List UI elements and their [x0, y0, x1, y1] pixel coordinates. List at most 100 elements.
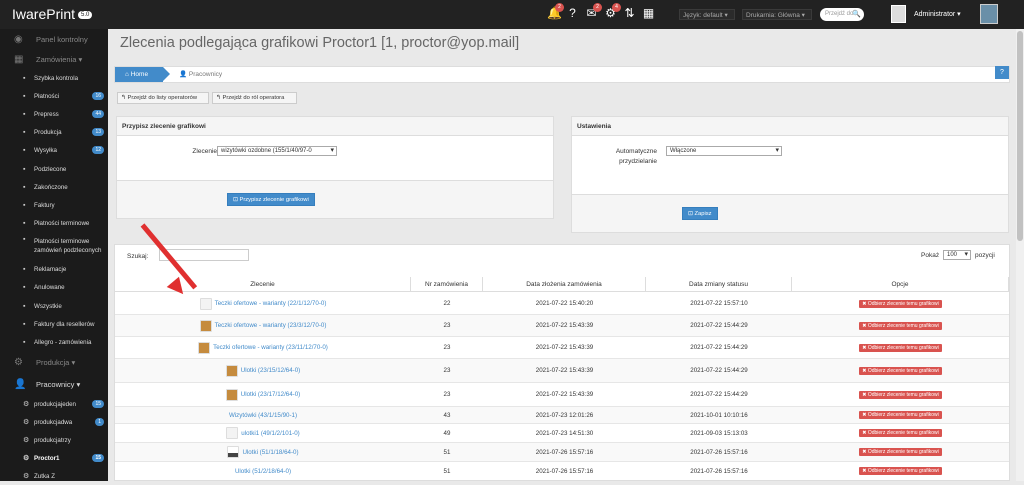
sidebar-item-panel[interactable]: ◉ Panel kontrolny — [0, 29, 108, 51]
order-select[interactable]: wizytówki ozdobne (155/1/40/97-0 — [217, 146, 337, 156]
admin-menu[interactable]: Administrator ▾ — [914, 10, 961, 18]
sidebar-item[interactable]: ▪ Płatności 16 — [0, 88, 108, 105]
scrollbar-thumb[interactable] — [1017, 31, 1023, 241]
table-row: Ulotki (51/1/18/64-0) 51 2021-07-26 15:57:… — [115, 443, 1009, 462]
sidebar-item[interactable]: ▪ Zakończone — [0, 179, 108, 196]
created-cell: 2021-07-22 15:40:20 — [535, 300, 594, 307]
sidebar-worker[interactable]: ⚙ produkcjajeden 15 — [0, 396, 108, 413]
remove-assignment-button[interactable]: ✖ Odbierz zlecenie temu grafikowi — [859, 321, 942, 330]
printer-dropdown[interactable]: Drukarnia: Główna ▾ — [742, 9, 812, 20]
column-header[interactable]: Data zmiany statusu — [646, 277, 792, 292]
order-link[interactable]: Teczki ofertowe - warianty (22/1/12/70-0… — [215, 300, 327, 307]
menu-icon: ▪ — [23, 202, 26, 209]
sidebar-item[interactable]: ▪ Produkcja 13 — [0, 124, 108, 141]
options-cell: ✖ Odbierz zlecenie temu grafikowi — [792, 407, 1009, 423]
column-header[interactable]: Nr zamówienia — [411, 277, 483, 292]
thumbnail-image — [227, 446, 240, 458]
remove-assignment-button[interactable]: ✖ Odbierz zlecenie temu grafikowi — [859, 448, 942, 456]
sidebar-item-production[interactable]: ⚙ Produkcja ▾ — [0, 352, 108, 374]
assign-order-button[interactable]: ⊡ Przypisz zlecenie grafikowi — [227, 193, 315, 206]
sidebar-worker[interactable]: ⚙ Zutka Z — [0, 468, 108, 485]
order-link[interactable]: Ulotki (23/17/12/64-0) — [241, 391, 301, 398]
nr-cell: 51 — [443, 448, 451, 456]
changed-cell: 2021-09-03 15:13:03 — [690, 429, 748, 437]
page-size-select[interactable]: 100 — [943, 250, 971, 260]
profile-thumbnail[interactable] — [980, 4, 998, 24]
options-cell: ✖ Odbierz zlecenie temu grafikowi — [792, 443, 1009, 461]
sidebar-worker[interactable]: ⚙ produkcjatrzy — [0, 432, 108, 449]
auto-assign-label: Automatyczne przydzielanie — [615, 148, 657, 165]
qr-icon[interactable]: ▦ — [642, 6, 655, 20]
language-dropdown[interactable]: Język: default ▾ — [679, 9, 735, 20]
order-link[interactable]: Ulotki (51/2/18/64-0) — [235, 468, 291, 475]
nr-cell: 51 — [443, 467, 451, 475]
mail-icon[interactable]: ✉ 2 — [585, 3, 602, 20]
orders-table-panel: Szukaj: Pokaż 100 pozycji ZlecenieNr zam… — [114, 244, 1010, 481]
column-header[interactable]: Zlecenie — [115, 277, 411, 292]
breadcrumb-current: 👤 Pracownicy — [179, 71, 223, 78]
nr-cell: 23 — [443, 344, 451, 351]
sidebar-item[interactable]: ▪ Faktury — [0, 197, 108, 214]
breadcrumb-home[interactable]: ⌂ Home — [115, 67, 170, 82]
order-link[interactable]: Teczki ofertowe - warianty (23/3/12/70-0… — [215, 322, 327, 329]
remove-assignment-button[interactable]: ✖ Odbierz zlecenie temu grafikowi — [859, 411, 942, 419]
back-to-roles-button[interactable]: ↰ Przejdź do ról operatora — [212, 92, 297, 104]
menu-icon: ▪ — [23, 184, 26, 191]
sidebar-item[interactable]: ▪ Płatności terminowe zamówień podzlecony… — [0, 235, 108, 261]
sidebar-item-workers[interactable]: 👤 Pracownicy ▾ — [0, 374, 108, 396]
bell-icon[interactable]: 🔔 2 — [547, 3, 564, 20]
sidebar-item[interactable]: ▪ Podzlecone — [0, 161, 108, 178]
count-badge: 44 — [92, 110, 104, 118]
changed-cell: 2021-07-22 15:44:29 — [690, 344, 748, 351]
remove-assignment-button[interactable]: ✖ Odbierz zlecenie temu grafikowi — [859, 390, 942, 399]
column-header[interactable]: Data złożenia zamówienia — [483, 277, 646, 292]
created-cell: 2021-07-23 12:01:26 — [535, 411, 594, 419]
back-to-operators-button[interactable]: ↰ Przejdź do listy operatorów — [117, 92, 209, 104]
sidebar-item[interactable]: ▪ Wysyłka 12 — [0, 142, 108, 159]
sidebar-item[interactable]: ▪ Wszystkie — [0, 298, 108, 315]
remove-assignment-button[interactable]: ✖ Odbierz zlecenie temu grafikowi — [859, 467, 942, 475]
nr-cell: 23 — [443, 367, 451, 374]
help-icon[interactable]: ? — [995, 66, 1009, 79]
scrollbar[interactable] — [1016, 29, 1024, 481]
options-cell: ✖ Odbierz zlecenie temu grafikowi — [792, 359, 1009, 382]
help-icon[interactable]: ? — [566, 6, 579, 20]
created-cell: 2021-07-22 15:43:39 — [535, 367, 594, 374]
order-link[interactable]: Ulotki (23/15/12/64-0) — [241, 367, 301, 374]
order-link[interactable]: Wizytówki (43/1/15/90-1) — [229, 412, 297, 419]
save-button[interactable]: ⊡ Zapisz — [682, 207, 718, 220]
sidebar-item[interactable]: ▪ Allegro - zamówienia — [0, 334, 108, 351]
auto-assign-select[interactable]: Włączone — [666, 146, 782, 156]
avatar[interactable] — [891, 5, 906, 23]
changed-cell: 2021-07-26 15:57:16 — [690, 467, 748, 475]
sidebar-worker[interactable]: ⚙ Proctor1 15 — [0, 450, 108, 467]
sidebar-item[interactable]: ▪ Reklamacje — [0, 261, 108, 278]
page-size-label: Pokaż — [921, 252, 940, 259]
nr-cell: 49 — [443, 429, 451, 437]
column-header[interactable]: Opcje — [792, 277, 1009, 292]
app-logo[interactable]: IwarePrint 5.0 — [12, 6, 93, 22]
breadcrumb: ⌂ Home 👤 Pracownicy ? — [114, 66, 1010, 83]
remove-assignment-button[interactable]: ✖ Odbierz zlecenie temu grafikowi — [859, 343, 942, 352]
sort-icon[interactable]: ⇅ — [623, 6, 636, 20]
sidebar-item[interactable]: ▪ Faktury dla resellerów — [0, 316, 108, 333]
search-label: Szukaj: — [127, 253, 149, 260]
order-link[interactable]: Teczki ofertowe - warianty (23/11/12/70-… — [213, 344, 328, 351]
order-link[interactable]: Ulotki (51/1/18/64-0) — [242, 449, 298, 456]
created-cell: 2021-07-23 14:51:30 — [535, 429, 594, 437]
sidebar-item[interactable]: ▪ Szybka kontrola — [0, 70, 108, 87]
order-link[interactable]: ulotki1 (49/1/2/101-0) — [241, 430, 299, 437]
sidebar-item[interactable]: ▪ Prepress 44 — [0, 106, 108, 123]
remove-assignment-button[interactable]: ✖ Odbierz zlecenie temu grafikowi — [859, 429, 942, 437]
assign-panel: Przypisz zlecenie grafikowi Zlecenie wiz… — [116, 116, 554, 219]
remove-assignment-button[interactable]: ✖ Odbierz zlecenie temu grafikowi — [859, 299, 942, 308]
sidebar-worker[interactable]: ⚙ produkcjadwa 1 — [0, 414, 108, 431]
remove-assignment-button[interactable]: ✖ Odbierz zlecenie temu grafikowi — [859, 366, 942, 375]
sidebar-item[interactable]: ▪ Anulowane — [0, 279, 108, 296]
sidebar-item[interactable]: ▪ Płatności terminowe — [0, 215, 108, 232]
sidebar-item-orders[interactable]: ▦ Zamówienia ▾ — [0, 49, 108, 71]
notification-badge: 2 — [555, 3, 564, 12]
order-cell: Teczki ofertowe - warianty (23/3/12/70-0… — [115, 315, 411, 336]
gear-icon[interactable]: ⚙ 4 — [604, 3, 621, 20]
search-icon[interactable]: 🔍 — [852, 10, 861, 18]
